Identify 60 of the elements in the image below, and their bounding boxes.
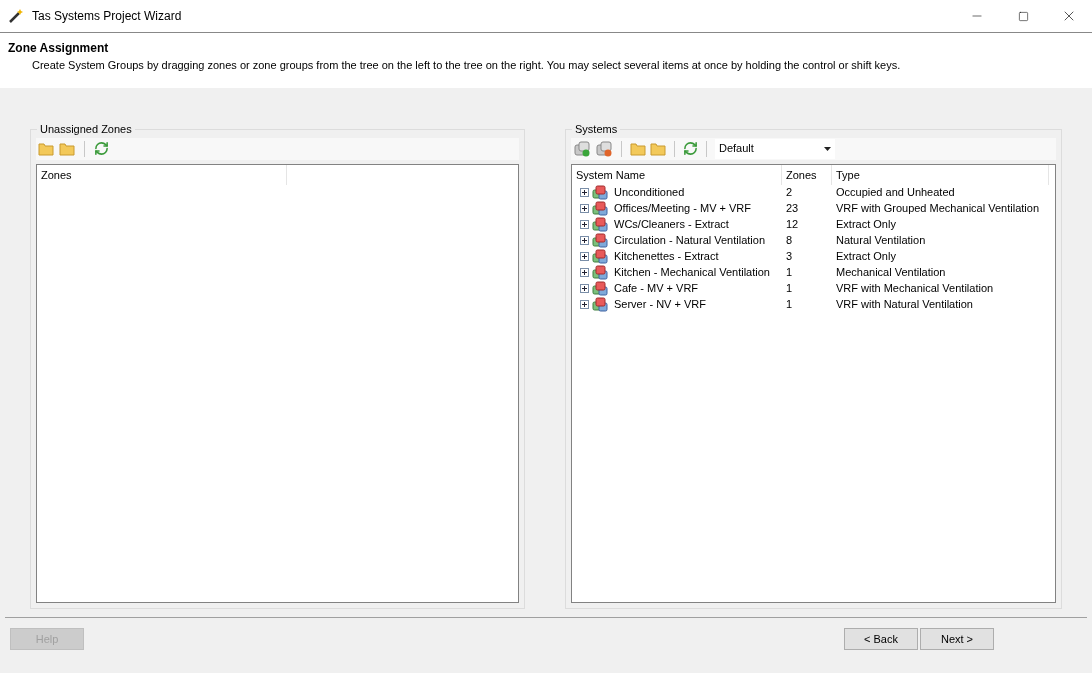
column-header[interactable]: Zones [782,164,832,185]
system-type: Occupied and Unheated [835,185,956,201]
system-name[interactable]: Cafe - MV + VRF [614,280,699,297]
system-name[interactable]: WCs/Cleaners - Extract [614,216,729,233]
zone-count: 12 [785,217,800,233]
window-title: Tas Systems Project Wizard [32,8,182,25]
magic-wand-icon [8,8,24,24]
system-type: Mechanical Ventilation [835,265,947,281]
column-header[interactable]: System Name [572,164,782,185]
system-type: VRF with Grouped Mechanical Ventilation [835,201,1040,217]
system-name[interactable]: Kitchen - Mechanical Ventilation [614,264,770,281]
group-title: Unassigned Zones [39,122,133,137]
system-group-icon [592,297,609,312]
expand-icon[interactable] [580,284,589,293]
refresh-icon[interactable] [94,141,109,156]
add-system-icon [573,140,591,157]
next-button[interactable]: Next > [920,628,994,650]
zone-count: 3 [785,249,794,265]
system-group-icon [592,265,609,280]
zone-count: 1 [785,281,794,297]
zone-count: 23 [785,201,800,217]
system-type: VRF with Mechanical Ventilation [835,281,995,297]
system-group-icon [592,281,609,296]
page-heading: Zone Assignment [8,40,110,57]
expand-icon[interactable] [580,268,589,277]
system-group-icon [592,217,609,232]
column-header[interactable]: Zones [37,164,287,185]
system-group-icon [592,201,609,216]
expand-icon[interactable] [580,188,589,197]
system-group-icon [592,233,609,248]
system-group-icon [592,185,609,200]
back-button[interactable]: < Back [844,628,918,650]
refresh-icon[interactable] [683,141,698,156]
system-type: Natural Ventilation [835,233,927,249]
group-title: Systems [574,122,619,137]
system-name[interactable]: Server - NV + VRF [614,296,706,313]
zone-count: 8 [785,233,794,249]
expand-icon[interactable] [580,220,589,229]
system-type: Extract Only [835,217,897,233]
zone-count: 1 [785,265,794,281]
expand-icon[interactable] [580,204,589,213]
column-header[interactable]: Type [832,164,1049,185]
system-group-icon [592,249,609,264]
maximize-icon[interactable] [1017,10,1029,22]
expand-icon[interactable] [580,300,589,309]
view-dropdown[interactable]: Default [715,138,835,159]
system-type: Extract Only [835,249,897,265]
system-type: VRF with Natural Ventilation [835,297,974,313]
expand-icon[interactable] [580,252,589,261]
zone-count: 1 [785,297,794,313]
system-name[interactable]: Offices/Meeting - MV + VRF [614,200,752,217]
system-name[interactable]: Kitchenettes - Extract [614,248,719,265]
page-description: Create System Groups by dragging zones or zone groups from the tree on the left to the tree on the right. You may select several items at once by holding the control or shift keys. [31,58,902,73]
system-name[interactable]: Circulation - Natural Ventilation [614,232,766,249]
dropdown-caret-icon [824,146,831,151]
system-name[interactable]: Unconditioned [614,184,685,201]
zone-count: 2 [785,185,794,201]
expand-icon[interactable] [580,236,589,245]
remove-system-icon [595,140,613,157]
zones-list[interactable]: Zones [36,163,519,603]
